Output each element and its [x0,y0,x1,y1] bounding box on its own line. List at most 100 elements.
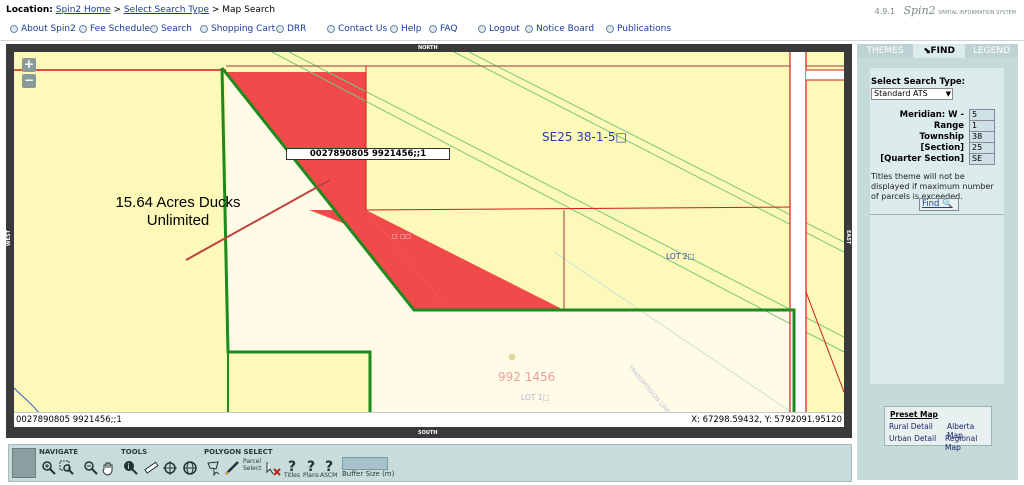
spin2-logo: Spin2 [903,4,936,17]
road-allowance [790,52,806,414]
menu-shopping-cart[interactable]: Shopping Cart [200,24,275,34]
parcel-label-small: □ □□ [392,233,411,240]
globe-icon [183,461,197,475]
crosshair-tool[interactable] [162,460,178,476]
menu-label: Search [161,24,192,34]
buffer-size-label: Buffer Size (m) [342,470,395,478]
parcel-label-lot1: LOT 1□ [521,393,550,402]
parcel-popup[interactable]: 0027890805 9921456;;1 [286,148,450,160]
ascm-label: ASCM [320,472,338,479]
brand: 4.9.1 Spin2 SPATIAL INFORMATION SYSTEM [875,4,1016,17]
map-annotation: 15.64 Acres Ducks Unlimited [98,194,258,230]
bullet-icon [606,24,614,33]
polygon-select-group-label: POLYGON SELECT [204,448,273,456]
search-type-select[interactable]: Standard ATS ▼ [871,88,953,100]
identify-tool[interactable]: i [123,460,139,476]
measure-tool[interactable] [143,460,159,476]
urban-detail-link[interactable]: Urban Detail [889,434,936,443]
bullet-icon [429,24,437,33]
menu-publications[interactable]: Publications [606,24,671,34]
tab-find[interactable]: ⬊FIND [913,44,965,58]
zoom-out-icon [84,461,98,475]
menu-label: Shopping Cart [211,24,276,34]
find-form: Select Search Type: Standard ATS ▼ Merid… [870,68,1004,384]
version-number: 4.9.1 [874,7,895,16]
polygon-draw-tool[interactable] [224,460,240,476]
compass-east[interactable]: EAST [845,230,851,244]
map-status-bar: 0027890805 9921456;;1 X: 67298.59432, Y:… [14,412,844,427]
bullet-icon [390,24,398,33]
tab-legend[interactable]: LEGEND [965,44,1018,58]
parcel-select-label[interactable]: Parcel Select [243,458,262,472]
property-line [365,206,795,211]
menu-search[interactable]: Search [150,24,192,34]
menu-label: About Spin2 [21,24,76,34]
clear-selection-tool[interactable] [265,460,281,476]
menu-logout[interactable]: Logout [478,24,520,34]
crosshair-icon [163,461,177,475]
polygon-select-icon [207,461,220,477]
road-allowance [806,70,844,80]
zoom-in-tool[interactable] [41,460,57,476]
find-button[interactable]: Find 🔍 [919,198,959,211]
menu-label: Fee Schedule [90,24,150,34]
bullet-icon [200,24,208,33]
menu-label: FAQ [440,24,458,34]
menu-bar: About Spin2 Fee Schedule Search Shopping… [0,20,1024,41]
menu-notice-board[interactable]: Notice Board [525,24,594,34]
titles-label: Titles [284,472,300,479]
crumb-spin2-home[interactable]: Spin2 Home [56,5,111,15]
crumb-select-search-type[interactable]: Select Search Type [124,5,209,15]
zoom-out-button[interactable]: − [22,74,36,88]
overview-map-icon[interactable] [12,448,36,478]
menu-label: DRR [287,24,307,34]
clear-selection-icon [266,462,281,476]
print-tool[interactable] [182,460,198,476]
menu-drr[interactable]: DRR [276,24,306,34]
property-line [805,291,844,393]
map-canvas[interactable]: 0027890805 9921456;;1 15.64 Acres Ducks … [14,52,844,414]
menu-about-spin2[interactable]: About Spin2 [10,24,76,34]
section-label: [Section] [920,143,964,153]
pan-hand-icon [102,462,113,476]
zoom-in-icon [42,461,56,475]
menu-help[interactable]: Help [390,24,422,34]
zoom-out-tool[interactable] [83,460,99,476]
compass-north[interactable]: NORTH [418,45,438,51]
search-type-value: Standard ATS [874,89,928,98]
menu-contact-us[interactable]: Contact Us [327,24,387,34]
plans-label: Plans [303,472,319,479]
brand-tagline: SPATIAL INFORMATION SYSTEM [938,10,1016,16]
annotation-line: 15.64 Acres Ducks [115,194,241,211]
menu-label: Logout [489,24,520,34]
selected-parcel-id: 0027890805 9921456;;1 [16,415,122,425]
menu-fee-schedule[interactable]: Fee Schedule [79,24,150,34]
svg-text:i: i [127,462,129,471]
rural-detail-link[interactable]: Rural Detail [889,422,933,431]
compass-south[interactable]: SOUTH [418,430,438,436]
location-label: Location: [6,5,53,15]
menu-label: Notice Board [536,24,595,34]
side-panel: THEMES ⬊FIND LEGEND Select Search Type: … [857,44,1018,480]
tab-themes[interactable]: THEMES [857,44,913,58]
township-label: Township [919,132,964,142]
row-line [453,52,844,253]
menu-label: Help [401,24,422,34]
menu-faq[interactable]: FAQ [429,24,457,34]
quarter-section-field[interactable]: SE [969,153,995,165]
search-icon: 🔍 [942,199,953,209]
zoom-box-tool[interactable] [59,460,75,476]
parcel-marker [508,353,516,361]
crumb-separator: > [113,5,121,15]
crumb-map-search: Map Search [222,5,276,15]
bullet-icon [150,24,158,33]
pan-tool[interactable] [100,460,116,476]
zoom-in-button[interactable]: + [22,58,36,72]
buffer-size-input[interactable] [342,457,388,470]
map-svg[interactable] [14,52,844,414]
regional-map-link[interactable]: Regional Map [945,434,991,452]
polygon-select-tool[interactable] [206,460,222,477]
location-breadcrumb: Location: Spin2 Home > Select Search Typ… [6,5,275,15]
pencil-icon [225,461,239,475]
compass-west[interactable]: WEST [6,230,12,246]
